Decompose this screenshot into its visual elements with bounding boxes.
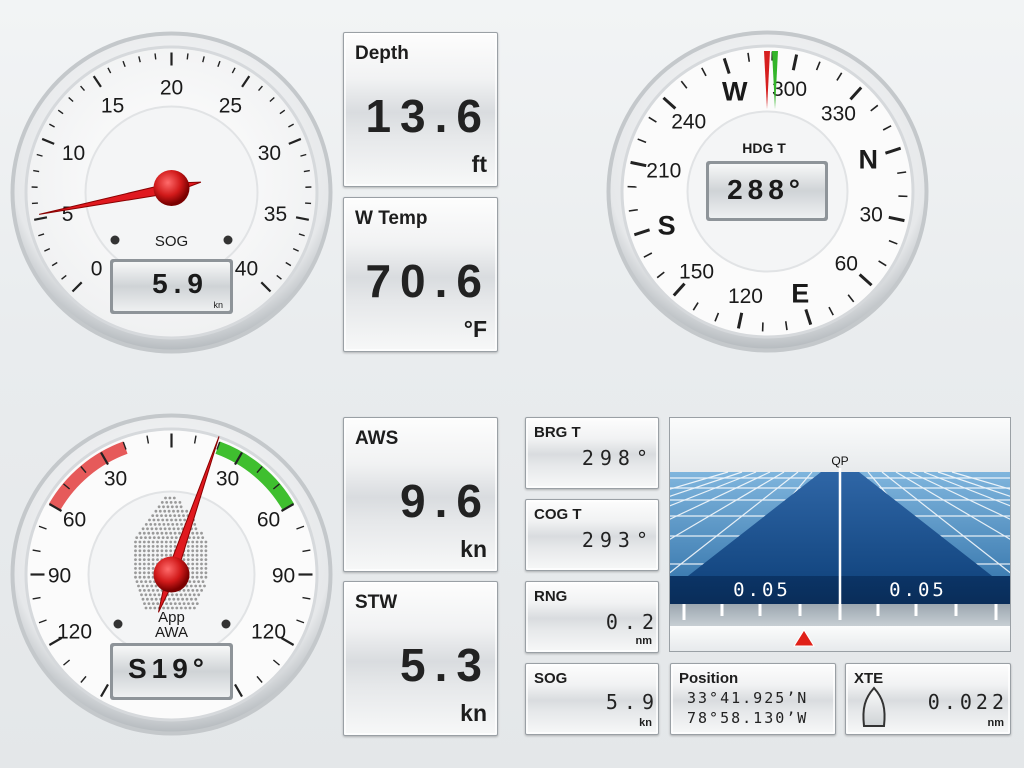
wind-tick-label: 120: [251, 621, 286, 644]
cog-value: 293°: [581, 528, 654, 552]
sog-tick-label: 20: [160, 77, 183, 100]
sog-gauge-value: 5.9: [152, 268, 209, 299]
position-latitude: 33°41.925’N: [687, 689, 809, 707]
sog-gauge: 0 5 10 15 20 25 30 35 40 SOG 5.9 kn: [9, 30, 334, 355]
stw-panel[interactable]: STW 5.3 kn: [343, 581, 498, 736]
highway-display[interactable]: QP 0.05 0.05: [669, 417, 1011, 652]
compass-rose-label: W: [722, 77, 748, 107]
wind-gauge-value: S19°: [128, 653, 209, 684]
compass-rose-label: 210: [646, 159, 681, 182]
wind-gauge: 30 60 90 120 30 60 90 120 App AWA S19°: [9, 412, 334, 737]
sog-gauge-unit: kn: [213, 300, 223, 310]
boat-icon: [862, 686, 886, 727]
wind-gauge-label-line2: AWA: [155, 624, 188, 641]
wind-tick-label: 120: [57, 621, 92, 644]
sog-gauge-face: 0510152025303540 SOG 5.9 kn: [10, 31, 333, 354]
wind-gauge-face: 306090120306090120 App AWA S19°: [10, 413, 333, 736]
wind-tick-label: 60: [257, 509, 280, 532]
brg-label: BRG T: [534, 424, 581, 441]
compass-rose-label: N: [859, 145, 879, 175]
aws-label: AWS: [355, 428, 399, 449]
sog-panel[interactable]: SOG 5.9 kn: [525, 663, 659, 735]
aws-panel[interactable]: AWS 9.6 kn: [343, 417, 498, 572]
right-scale-value: 0.05: [889, 579, 947, 601]
compass-rose-label: 150: [679, 260, 714, 283]
rng-value: 0.2: [605, 610, 660, 634]
sog-tick-label: 30: [258, 142, 281, 165]
left-scale-value: 0.05: [733, 579, 791, 601]
xte-label: XTE: [854, 670, 884, 687]
compass-rose-label: 120: [728, 285, 763, 308]
stw-label: STW: [355, 592, 398, 613]
highway-view: QP 0.05 0.05: [670, 418, 1010, 651]
stw-value: 5.3: [400, 639, 491, 691]
sog-panel-label: SOG: [534, 670, 568, 687]
wind-tick-label: 60: [63, 509, 86, 532]
compass-rose-label: 330: [821, 103, 856, 126]
sog-tick-label: 0: [91, 257, 103, 280]
depth-value: 13.6: [365, 90, 491, 142]
aws-unit: kn: [460, 536, 487, 562]
rng-unit: nm: [635, 635, 653, 647]
position-label: Position: [679, 670, 739, 687]
waypoint-label: QP: [831, 454, 848, 468]
compass-rose-label: 60: [835, 252, 858, 275]
heading-compass: N 30 60 E 120 150 S 210 240 W 300 330 HDG T 288°: [605, 29, 930, 354]
xte-panel[interactable]: XTE 0.022 nm: [845, 663, 1011, 735]
compass-label: HDG T: [742, 140, 786, 156]
cog-panel[interactable]: COG T 293°: [525, 499, 659, 571]
compass-rose-label: E: [791, 278, 809, 308]
rng-panel[interactable]: RNG 0.2 nm: [525, 581, 659, 653]
sog-needle-hub: [153, 170, 190, 206]
compass-rose-label: 300: [772, 78, 807, 101]
wind-tick-label: 90: [48, 565, 71, 588]
sog-tick-label: 40: [235, 257, 258, 280]
wind-tick-label: 30: [216, 468, 239, 491]
compass-value: 288°: [727, 174, 805, 205]
compass-rose-label: 30: [860, 204, 883, 227]
sog-tick-label: 15: [101, 94, 124, 117]
wind-needle-hub: [153, 556, 190, 593]
sog-gauge-label: SOG: [155, 233, 188, 250]
sog-tick-label: 25: [219, 94, 242, 117]
compass-rose-label: 240: [671, 111, 706, 134]
water-temp-panel[interactable]: W Temp 70.6 °F: [343, 197, 498, 352]
sog-tick-label: 35: [264, 203, 287, 226]
aws-value: 9.6: [400, 475, 491, 527]
water-temp-unit: °F: [463, 316, 487, 342]
rng-label: RNG: [534, 588, 568, 605]
water-temp-value: 70.6: [365, 255, 491, 307]
stw-unit: kn: [460, 700, 487, 726]
wind-tick-label: 30: [104, 468, 127, 491]
brg-panel[interactable]: BRG T 298°: [525, 417, 659, 489]
sog-panel-unit: kn: [639, 717, 652, 729]
water-temp-label: W Temp: [355, 208, 428, 229]
depth-panel[interactable]: Depth 13.6 ft: [343, 32, 498, 187]
xte-value: 0.022: [927, 690, 1008, 714]
cog-label: COG T: [534, 506, 582, 523]
depth-label: Depth: [355, 43, 409, 64]
sog-panel-value: 5.9: [605, 690, 660, 714]
sog-tick-label: 10: [62, 142, 85, 165]
xte-unit: nm: [987, 717, 1005, 729]
position-longitude: 78°58.130’W: [687, 709, 809, 727]
brg-value: 298°: [581, 446, 654, 470]
wind-tick-label: 90: [272, 565, 295, 588]
compass-face: N 30 60 E 120 150S 210 240 W 300 330 HDG T 288°: [606, 30, 929, 353]
compass-rose-label: S: [658, 210, 676, 240]
depth-unit: ft: [471, 151, 487, 177]
position-panel[interactable]: Position 33°41.925’N 78°58.130’W: [670, 663, 836, 735]
